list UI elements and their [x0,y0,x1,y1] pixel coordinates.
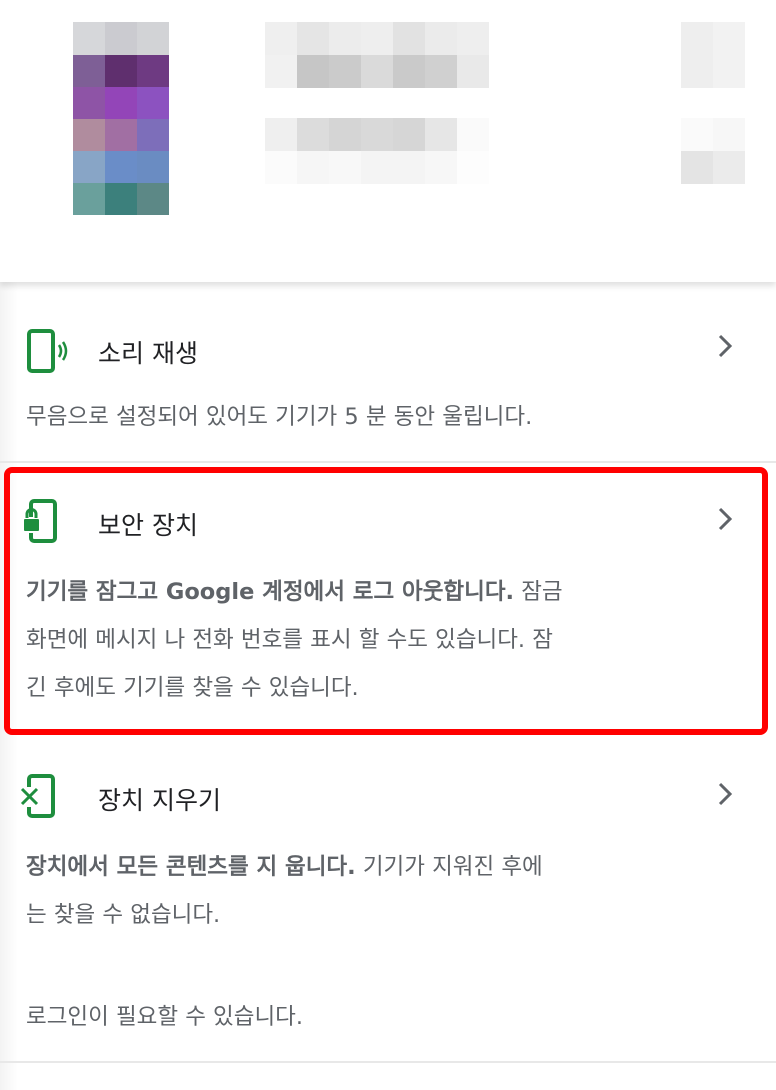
find-device-page: 소리 재생 무음으로 설정되어 있어도 기기가 5 분 동안 울립니다. 보안 … [0,0,776,1090]
note-text: 로그인이 필요할 수 있습니다. [26,1004,304,1030]
action-description: 무음으로 설정되어 있어도 기기가 5 분 동안 울립니다. [26,393,636,441]
description-text: 기기가 지워진 후에 [355,854,543,880]
action-play-sound[interactable]: 소리 재생 무음으로 설정되어 있어도 기기가 5 분 동안 울립니다. [0,300,776,460]
phone-ring-icon [27,329,68,373]
action-title: 소리 재생 [98,339,198,368]
description-bold-text: 장치에서 모든 콘텐츠를 지 웁니다. [26,854,356,880]
chevron-right-icon[interactable] [712,333,738,359]
chevron-right-icon[interactable] [712,781,738,807]
device-status-redacted [265,118,489,184]
action-title: 장치 지우기 [98,786,221,815]
device-extra-redacted [681,22,745,184]
action-note: 로그인이 필요할 수 있습니다. [26,993,636,1041]
device-image-redacted [73,22,169,215]
phone-erase-icon [20,774,55,818]
highlight-box [4,467,768,735]
action-description: 장치에서 모든 콘텐츠를 지 웁니다. 기기가 지워진 후에 는 찾을 수 없습… [26,843,636,939]
divider [0,461,776,463]
divider [0,1061,776,1063]
action-erase-device[interactable]: 장치 지우기 장치에서 모든 콘텐츠를 지 웁니다. 기기가 지워진 후에 는 … [0,745,776,1061]
device-name-redacted [265,22,489,88]
device-info-card [0,0,776,282]
description-text: 는 찾을 수 없습니다. [26,902,221,928]
description-text: 무음으로 설정되어 있어도 기기가 5 분 동안 울립니다. [26,404,533,430]
